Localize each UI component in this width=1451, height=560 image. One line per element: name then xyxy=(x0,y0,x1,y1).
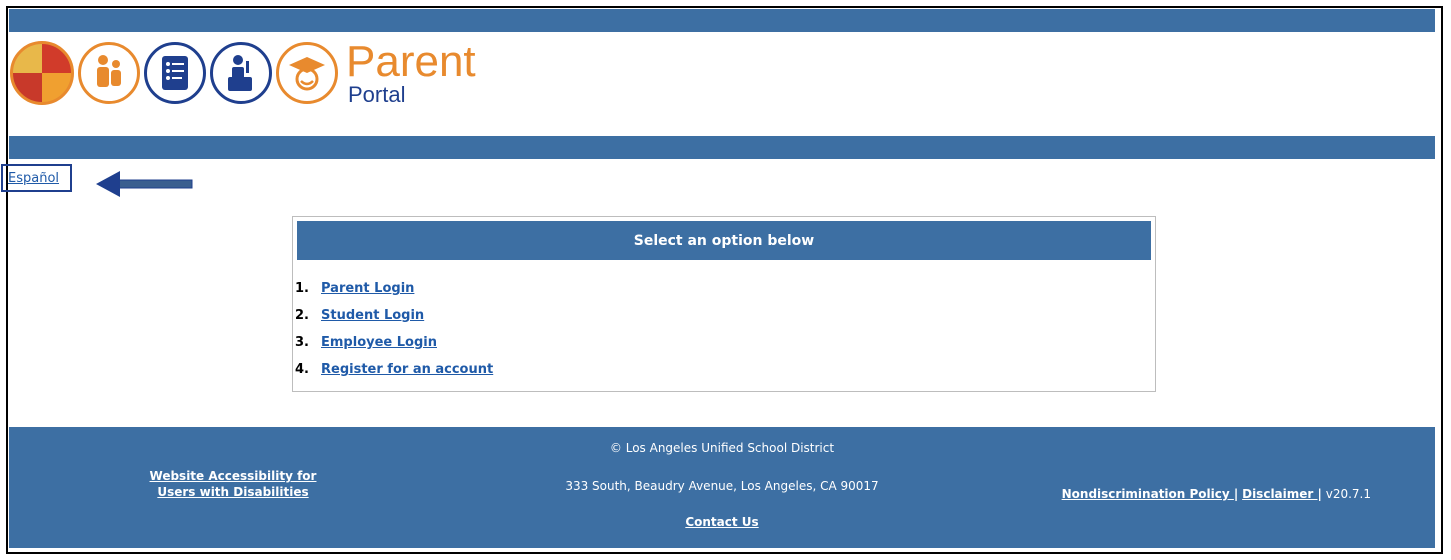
employee-login-link[interactable]: Employee Login xyxy=(321,335,437,350)
nondiscrimination-link[interactable]: Nondiscrimination Policy xyxy=(1062,487,1234,501)
disclaimer-link[interactable]: Disclaimer xyxy=(1242,487,1317,501)
option-number: 1. xyxy=(295,281,309,296)
option-number: 4. xyxy=(295,362,309,377)
graduate-icon xyxy=(276,42,338,104)
portal-brand: Parent Portal xyxy=(346,40,476,106)
teacher-icon xyxy=(210,42,272,104)
panel-header: Select an option below xyxy=(297,221,1151,260)
parent-login-link[interactable]: Parent Login xyxy=(321,281,414,296)
contact-us-link[interactable]: Contact Us xyxy=(685,515,758,529)
option-number: 3. xyxy=(295,335,309,350)
language-toggle: Español xyxy=(1,164,72,192)
espanol-link[interactable]: Español xyxy=(8,171,59,186)
brand-subtitle: Portal xyxy=(348,82,406,107)
copyright-text: © Los Angeles Unified School District xyxy=(609,441,835,455)
contact-block: Contact Us xyxy=(9,515,1435,529)
logo-row: Parent Portal xyxy=(10,35,476,111)
student-login-link[interactable]: Student Login xyxy=(321,308,424,323)
version-text: v20.7.1 xyxy=(1321,487,1371,501)
district-seal-icon xyxy=(10,41,74,105)
footer-policy-links: Nondiscrimination Policy | Disclaimer | … xyxy=(1062,487,1371,501)
option-item: 2. Student Login xyxy=(295,302,493,329)
footer: © Los Angeles Unified School District We… xyxy=(9,427,1435,548)
options-list: 1. Parent Login 2. Student Login 3. Empl… xyxy=(295,275,493,383)
family-icon xyxy=(78,42,140,104)
register-account-link[interactable]: Register for an account xyxy=(321,362,493,377)
login-options-panel: Select an option below 1. Parent Login 2… xyxy=(292,216,1156,392)
link-separator: | xyxy=(1233,487,1239,501)
report-card-icon xyxy=(144,42,206,104)
brand-title: Parent xyxy=(346,37,476,86)
option-item: 1. Parent Login xyxy=(295,275,493,302)
arrow-left-icon xyxy=(96,171,193,197)
option-item: 3. Employee Login xyxy=(295,329,493,356)
option-item: 4. Register for an account xyxy=(295,356,493,383)
option-number: 2. xyxy=(295,308,309,323)
header-bar xyxy=(9,9,1435,32)
nav-bar xyxy=(9,136,1435,159)
